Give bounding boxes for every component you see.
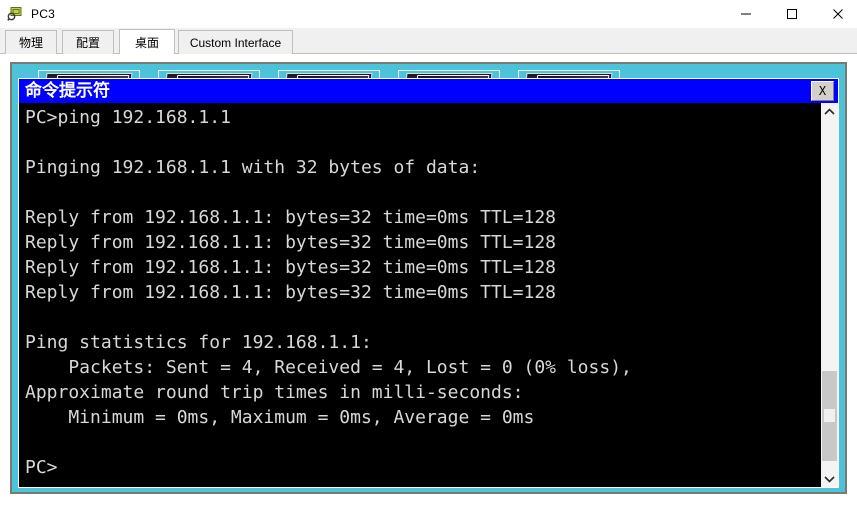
pc-device-icon — [7, 6, 23, 22]
desktop-surface: 命令提示符 X PC>ping 192.168.1.1 Pinging 192.… — [12, 64, 845, 492]
tab-physical[interactable]: 物理 — [5, 30, 57, 54]
close-button[interactable] — [815, 0, 857, 28]
command-prompt-close-button[interactable]: X — [811, 81, 834, 101]
terminal-output: PC>ping 192.168.1.1 Pinging 192.168.1.1 … — [25, 105, 818, 480]
terminal-line: Reply from 192.168.1.1: bytes=32 time=0m… — [25, 207, 557, 228]
terminal-line: Pinging 192.168.1.1 with 32 bytes of dat… — [25, 157, 481, 178]
chevron-up-icon — [824, 107, 835, 115]
tab-custom-interface[interactable]: Custom Interface — [178, 30, 293, 54]
maximize-icon — [787, 9, 797, 19]
terminal-line: Reply from 192.168.1.1: bytes=32 time=0m… — [25, 282, 557, 303]
scrollbar-down-button[interactable] — [821, 470, 838, 487]
terminal-line: Reply from 192.168.1.1: bytes=32 time=0m… — [25, 232, 557, 253]
chevron-down-icon — [824, 475, 835, 483]
command-prompt-output-area[interactable]: PC>ping 192.168.1.1 Pinging 192.168.1.1 … — [19, 103, 838, 487]
minimize-icon — [741, 13, 751, 15]
tab-custom-interface-label: Custom Interface — [189, 35, 282, 50]
terminal-line: Minimum = 0ms, Maximum = 0ms, Average = … — [25, 407, 535, 428]
command-prompt-window: 命令提示符 X PC>ping 192.168.1.1 Pinging 192.… — [18, 78, 839, 488]
window-titlebar: PC3 — [0, 0, 857, 28]
maximize-button[interactable] — [769, 0, 815, 28]
scrollbar-thumb[interactable] — [822, 371, 837, 461]
tab-config[interactable]: 配置 — [62, 30, 114, 54]
desktop-pane: 命令提示符 X PC>ping 192.168.1.1 Pinging 192.… — [10, 62, 847, 494]
tab-bar: 物理 配置 桌面 Custom Interface — [0, 28, 857, 54]
command-prompt-titlebar[interactable]: 命令提示符 X — [19, 79, 838, 103]
scrollbar-grip — [824, 409, 835, 422]
tab-physical-label: 物理 — [18, 36, 43, 50]
terminal-line: Ping statistics for 192.168.1.1: — [25, 332, 372, 353]
terminal-scrollbar[interactable] — [820, 103, 838, 487]
tab-desktop-label: 桌面 — [134, 35, 159, 50]
terminal-line: Reply from 192.168.1.1: bytes=32 time=0m… — [25, 257, 557, 278]
terminal-line: Packets: Sent = 4, Received = 4, Lost = … — [25, 357, 632, 378]
close-icon — [833, 9, 843, 19]
terminal-line: PC>ping 192.168.1.1 — [25, 107, 231, 128]
command-prompt-title: 命令提示符 — [25, 80, 110, 101]
tab-config-label: 配置 — [75, 36, 100, 50]
minimize-button[interactable] — [723, 0, 769, 28]
window-title: PC3 — [31, 7, 55, 21]
tab-desktop[interactable]: 桌面 — [119, 29, 175, 54]
terminal-line: PC> — [25, 457, 58, 478]
pc-config-window: PC3 物理 配置 桌面 Custom Interface 命令提示符 X PC… — [0, 0, 857, 510]
scrollbar-up-button[interactable] — [821, 103, 838, 120]
terminal-line: Approximate round trip times in milli-se… — [25, 382, 524, 403]
